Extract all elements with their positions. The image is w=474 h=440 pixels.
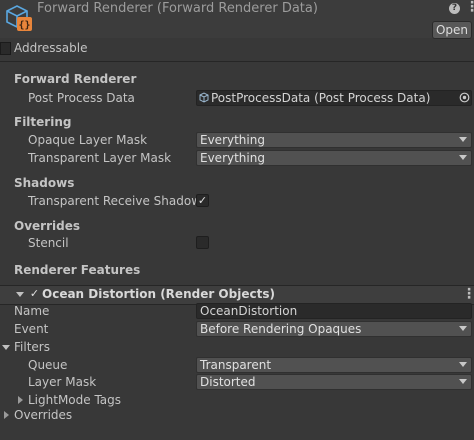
- inspector-title: Forward Renderer (Forward Renderer Data): [37, 1, 318, 16]
- filters-foldout-icon[interactable]: [2, 345, 10, 350]
- shadows-heading: Shadows: [14, 176, 75, 190]
- feature-overrides-foldout-icon[interactable]: [4, 411, 9, 419]
- feature-name-field[interactable]: OceanDistortion: [196, 303, 472, 319]
- addressable-checkbox[interactable]: [0, 42, 11, 55]
- chevron-down-icon: [459, 326, 467, 331]
- renderer-features-heading: Renderer Features: [14, 263, 141, 277]
- layer-mask-value: Distorted: [200, 375, 256, 389]
- queue-value: Transparent: [200, 358, 272, 372]
- foldout-expanded-icon[interactable]: [16, 292, 24, 297]
- stencil-label: Stencil: [28, 236, 69, 250]
- object-picker-icon[interactable]: [459, 92, 470, 103]
- filters-label[interactable]: Filters: [14, 340, 50, 354]
- feature-overrides-label[interactable]: Overrides: [14, 408, 72, 422]
- layer-mask-dropdown[interactable]: Distorted: [196, 374, 472, 390]
- stencil-checkbox[interactable]: [196, 236, 209, 249]
- filtering-heading: Filtering: [14, 115, 72, 129]
- chevron-down-icon: [459, 155, 467, 160]
- overrides-heading: Overrides: [14, 219, 80, 233]
- transparent-receive-shadows-checkbox[interactable]: ✓: [196, 194, 209, 207]
- open-button[interactable]: Open: [432, 21, 472, 39]
- divider: [0, 61, 474, 62]
- feature-name-label: Name: [14, 304, 50, 318]
- post-process-data-value: PostProcessData (Post Process Data): [211, 91, 431, 105]
- feature-enabled-checkmark-icon[interactable]: ✓: [29, 288, 40, 300]
- feature-menu-icon[interactable]: ⋮: [462, 286, 474, 302]
- transparent-receive-shadows-label: Transparent Receive Shadows: [28, 194, 208, 208]
- post-process-data-field[interactable]: PostProcessData (Post Process Data): [196, 90, 472, 106]
- feature-name-value: OceanDistortion: [200, 304, 298, 318]
- layer-mask-label: Layer Mask: [28, 375, 97, 389]
- transparent-layer-mask-value: Everything: [200, 151, 265, 165]
- asset-reference-icon: [199, 92, 209, 103]
- event-dropdown[interactable]: Before Rendering Opaques: [196, 321, 472, 337]
- opaque-layer-mask-label: Opaque Layer Mask: [28, 133, 148, 147]
- forward-renderer-heading: Forward Renderer: [14, 72, 137, 86]
- chevron-down-icon: [459, 137, 467, 142]
- opaque-layer-mask-value: Everything: [200, 133, 265, 147]
- queue-dropdown[interactable]: Transparent: [196, 357, 472, 373]
- braces-glyph: {}: [18, 20, 30, 31]
- chevron-down-icon: [459, 379, 467, 384]
- post-process-data-label: Post Process Data: [28, 91, 135, 105]
- event-label: Event: [14, 322, 49, 336]
- chevron-down-icon: [459, 362, 467, 367]
- help-icon[interactable]: ?: [449, 3, 460, 14]
- event-value: Before Rendering Opaques: [200, 322, 362, 336]
- header-menu-icon[interactable]: ⋮: [465, 0, 474, 14]
- scriptable-object-icon: {}: [6, 5, 32, 31]
- addressable-label: Addressable: [14, 41, 88, 55]
- opaque-layer-mask-dropdown[interactable]: Everything: [196, 132, 472, 148]
- queue-label: Queue: [28, 358, 68, 372]
- checkmark-icon: ✓: [197, 194, 208, 207]
- transparent-layer-mask-dropdown[interactable]: Everything: [196, 150, 472, 166]
- lightmode-tags-label[interactable]: LightMode Tags: [28, 393, 121, 407]
- transparent-layer-mask-label: Transparent Layer Mask: [28, 151, 172, 165]
- feature-title: Ocean Distortion (Render Objects): [42, 287, 275, 301]
- lightmode-tags-foldout-icon[interactable]: [18, 396, 23, 404]
